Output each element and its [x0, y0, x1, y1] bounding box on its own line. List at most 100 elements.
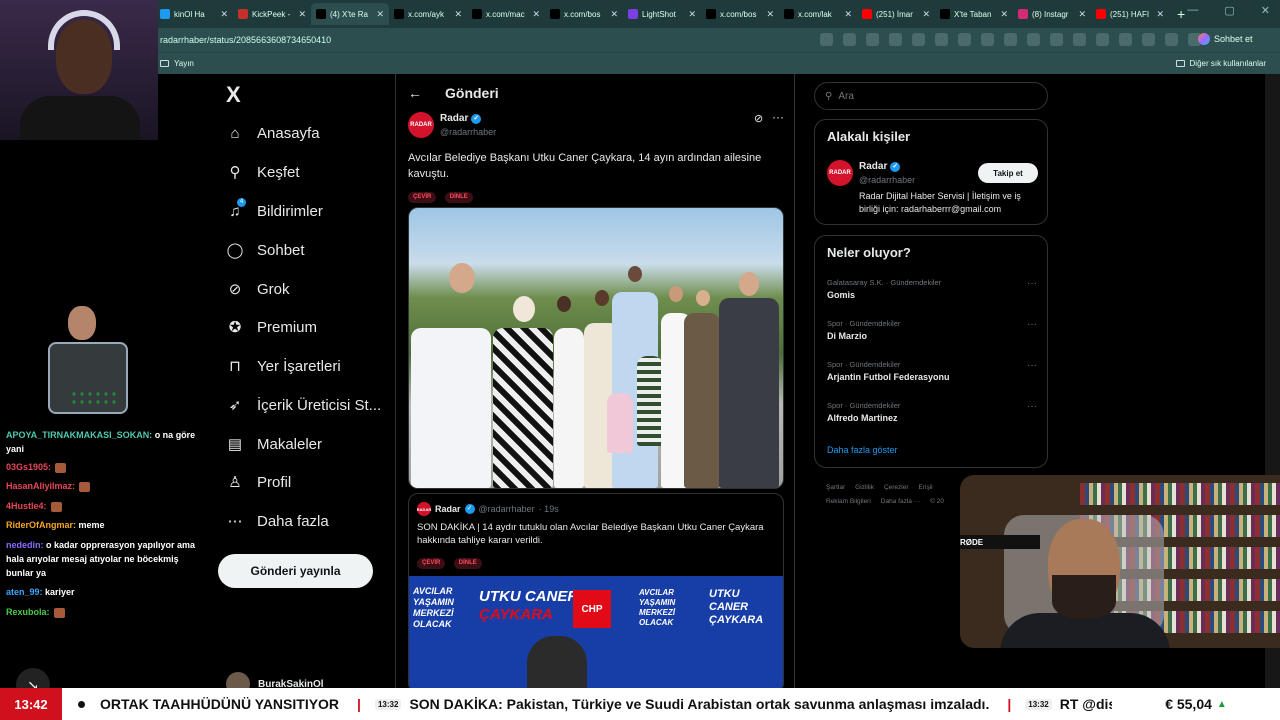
footer-link[interactable]: Daha fazla ···: [881, 498, 920, 505]
nav-item-bookmark[interactable]: ⊓ Yer İşaretleri: [226, 351, 341, 381]
nav-item-search[interactable]: ⚲ Keşfet: [226, 157, 300, 187]
chat-username[interactable]: RiderOfAngmar:: [6, 520, 76, 530]
close-tab-icon[interactable]: ✕: [766, 9, 774, 20]
nav-item-home[interactable]: ⌂ Anasayfa: [226, 118, 319, 148]
favorite-star-icon[interactable]: [866, 33, 879, 46]
trend-more-icon[interactable]: ···: [1027, 401, 1037, 412]
translate-pill[interactable]: ÇEVİR: [417, 558, 446, 569]
listen-pill[interactable]: DİNLE: [453, 558, 482, 569]
trend-item[interactable]: Galatasaray S.K. · Gündemdekiler Gomis ···: [827, 278, 1037, 300]
quoted-tweet-avatar[interactable]: RADAR: [417, 502, 431, 516]
tweet-avatar[interactable]: RADAR: [408, 112, 434, 138]
quoted-tweet-photo[interactable]: AVCILAR YAŞAMIN MERKEZİ OLACAK UTKU CANE…: [409, 576, 783, 692]
extension-icon[interactable]: [1004, 33, 1017, 46]
footer-link[interactable]: Gizlilik: [855, 484, 874, 491]
trend-more-icon[interactable]: ···: [1027, 319, 1037, 330]
nav-item-rocket[interactable]: ➶ İçerik Üreticisi St...: [226, 390, 381, 420]
back-arrow-icon[interactable]: ←: [408, 85, 422, 101]
chat-username[interactable]: 03Gs1905:: [6, 462, 51, 472]
nav-item-profile[interactable]: ♙ Profil: [226, 467, 291, 497]
browser-tab[interactable]: kinOl Ha ✕: [155, 3, 233, 25]
heart-icon[interactable]: [1096, 33, 1109, 46]
nav-item-more[interactable]: ⋯ Daha fazla: [226, 506, 329, 536]
chat-username[interactable]: APOYA_TIRNAKMAKASI_SOKAN:: [6, 430, 152, 440]
close-tab-icon[interactable]: ✕: [688, 9, 696, 20]
chat-username[interactable]: Rexubola:: [6, 607, 50, 617]
trend-item[interactable]: Spor · Gündemdekiler Alfredo Martinez ···: [827, 401, 1037, 423]
split-screen-icon[interactable]: [1050, 33, 1063, 46]
extension-icon[interactable]: [912, 33, 925, 46]
browser-tab[interactable]: x.com/ayk ✕: [389, 3, 467, 25]
quoted-tweet[interactable]: RADAR Radar ✓ @radarrhaber · 19s SON DAK…: [408, 493, 784, 693]
close-tab-icon[interactable]: ✕: [454, 9, 462, 20]
bookmark-other-favorites[interactable]: Diğer sık kullanılanlar: [1175, 59, 1266, 68]
related-avatar[interactable]: RADAR: [827, 160, 853, 186]
browser-tab[interactable]: x.com/bos ✕: [545, 3, 623, 25]
browser-tab[interactable]: (4) X'te Ra ✕: [311, 3, 389, 25]
close-tab-icon[interactable]: ✕: [1000, 9, 1008, 20]
browser-tab[interactable]: (8) Instagr ✕: [1013, 3, 1091, 25]
grok-icon[interactable]: ⊘: [754, 112, 763, 125]
close-tab-icon[interactable]: ✕: [610, 9, 618, 20]
close-tab-icon[interactable]: ✕: [1156, 9, 1164, 20]
close-window-icon[interactable]: ✕: [1261, 4, 1270, 17]
close-tab-icon[interactable]: ✕: [922, 9, 930, 20]
post-button[interactable]: Gönderi yayınla: [218, 554, 373, 588]
refresh-icon[interactable]: [1027, 33, 1040, 46]
tweet-author-handle[interactable]: @radarrhaber: [440, 127, 496, 137]
footer-link[interactable]: Erişil: [919, 484, 933, 491]
related-name[interactable]: Radar ✓: [859, 161, 901, 172]
nav-item-premium[interactable]: ✪ Premium: [226, 312, 317, 342]
extension-icon[interactable]: [935, 33, 948, 46]
chat-username[interactable]: HasanAliyilmaz:: [6, 481, 75, 491]
trend-more-icon[interactable]: ···: [1027, 278, 1037, 289]
chat-username[interactable]: nededin:: [6, 540, 44, 550]
close-tab-icon[interactable]: ✕: [298, 9, 306, 20]
browser-tab[interactable]: x.com/mac ✕: [467, 3, 545, 25]
bookmark-yayin[interactable]: Yayın: [160, 59, 194, 68]
trend-item[interactable]: Spor · Gündemdekiler Arjantin Futbol Fede…: [827, 360, 1037, 382]
translate-pill[interactable]: ÇEVİR: [408, 192, 437, 203]
x-logo[interactable]: X: [226, 82, 241, 108]
close-tab-icon[interactable]: ✕: [532, 9, 540, 20]
browser-tab[interactable]: LightShot ✕: [623, 3, 701, 25]
extension-icon[interactable]: [981, 33, 994, 46]
trend-item[interactable]: Spor · Gündemdekiler Di Marzio ···: [827, 319, 1037, 341]
footer-link[interactable]: Şartlar: [826, 484, 845, 491]
nav-item-chat[interactable]: ◯ Sohbet: [226, 235, 305, 265]
more-options-icon[interactable]: ···: [772, 110, 784, 124]
search-input[interactable]: ⚲ Ara: [814, 82, 1048, 110]
close-tab-icon[interactable]: ✕: [376, 9, 384, 20]
collections-icon[interactable]: [1142, 33, 1155, 46]
nav-item-article[interactable]: ▤ Makaleler: [226, 429, 322, 459]
listen-pill[interactable]: DİNLE: [444, 192, 473, 203]
trend-more-icon[interactable]: ···: [1027, 360, 1037, 371]
sidebar-icon[interactable]: [1073, 33, 1086, 46]
chat-username[interactable]: aten_99:: [6, 587, 43, 597]
browser-tab[interactable]: X'te Taban ✕: [935, 3, 1013, 25]
browser-tab[interactable]: (251) İmar ✕: [857, 3, 935, 25]
profile-avatar-icon[interactable]: [1165, 33, 1178, 46]
close-tab-icon[interactable]: ✕: [1078, 9, 1086, 20]
footer-link[interactable]: Çerezler: [884, 484, 909, 491]
browser-tab[interactable]: KickPeek - ✕: [233, 3, 311, 25]
show-more-link[interactable]: Daha fazla göster: [827, 445, 898, 455]
footer-link[interactable]: Reklam Bilgileri: [826, 498, 871, 505]
maximize-icon[interactable]: ▢: [1224, 4, 1234, 17]
extension-icon[interactable]: [820, 33, 833, 46]
nav-item-bell[interactable]: ♫ Bildirimler 4: [226, 196, 323, 226]
new-tab-icon[interactable]: +: [1177, 6, 1185, 22]
close-tab-icon[interactable]: ✕: [844, 9, 852, 20]
close-tab-icon[interactable]: ✕: [220, 9, 228, 20]
extension-icon[interactable]: [958, 33, 971, 46]
chat-username[interactable]: 4Hustle4:: [6, 501, 47, 511]
nav-item-grok[interactable]: ⊘ Grok: [226, 274, 290, 304]
follow-button[interactable]: Takip et: [978, 163, 1038, 183]
extension-icon[interactable]: [843, 33, 856, 46]
tweet-photo[interactable]: [408, 207, 784, 489]
minimize-icon[interactable]: —: [1187, 4, 1198, 17]
extension-icon[interactable]: [889, 33, 902, 46]
related-handle[interactable]: @radarrhaber: [859, 175, 915, 185]
tweet-author-name[interactable]: Radar ✓: [440, 113, 482, 124]
favorites-icon[interactable]: [1119, 33, 1132, 46]
